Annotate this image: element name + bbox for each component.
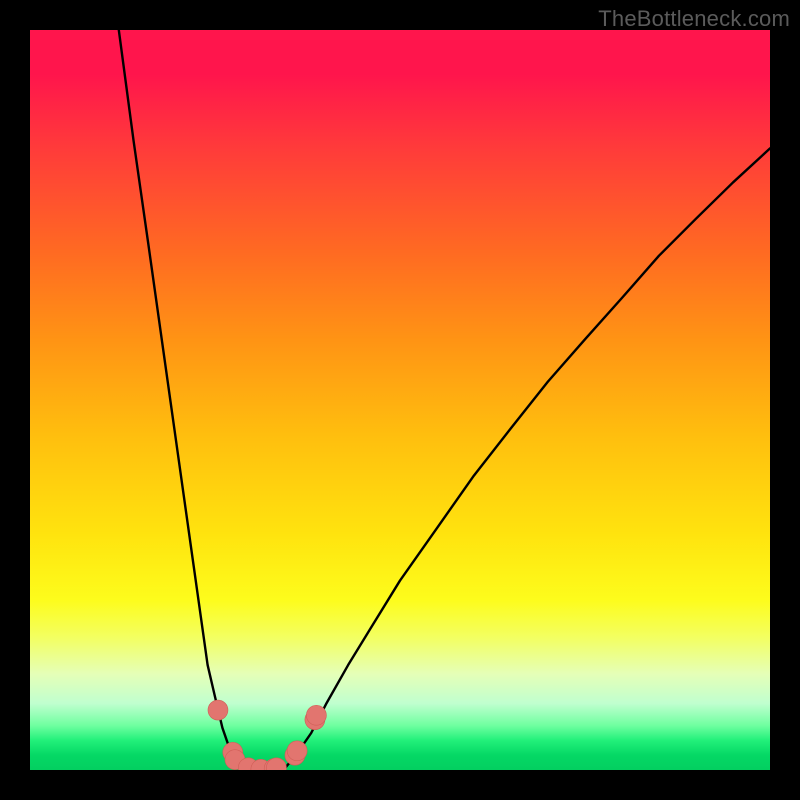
chart-svg bbox=[30, 30, 770, 770]
watermark-text: TheBottleneck.com bbox=[598, 6, 790, 32]
data-marker bbox=[287, 741, 307, 761]
data-marker bbox=[208, 700, 228, 720]
plot-area bbox=[30, 30, 770, 770]
chart-frame: TheBottleneck.com bbox=[0, 0, 800, 800]
data-marker bbox=[306, 705, 326, 725]
bottleneck-curve bbox=[119, 30, 770, 770]
